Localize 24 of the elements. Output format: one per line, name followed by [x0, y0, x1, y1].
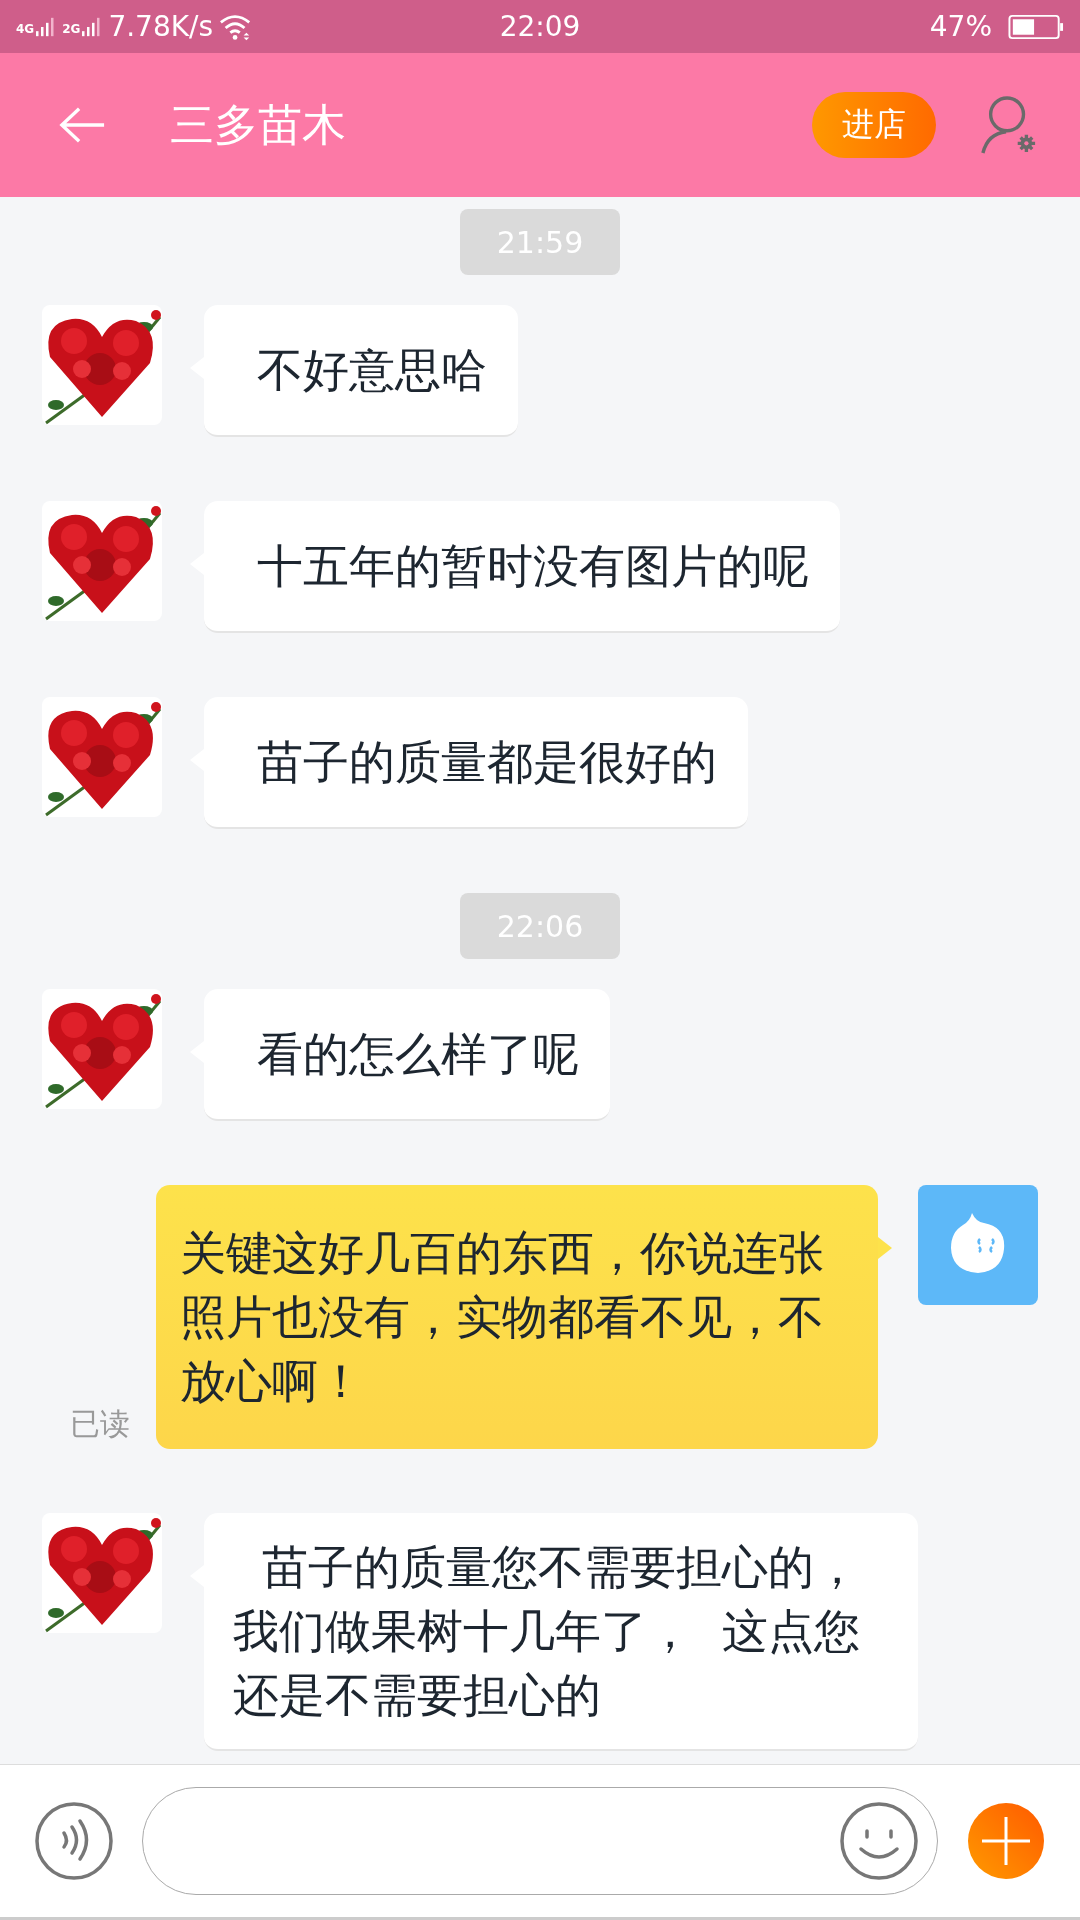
signal-icon	[36, 16, 57, 37]
clock: 22:09	[499, 10, 581, 43]
user-settings-icon[interactable]	[980, 95, 1038, 155]
battery-icon	[1008, 13, 1064, 40]
message-bubble: 看的怎么样了呢	[204, 989, 610, 1121]
signal-icon	[82, 16, 103, 37]
chat-title: 三多苗木	[170, 97, 347, 152]
network-label: 2G	[62, 22, 81, 36]
back-icon[interactable]	[58, 105, 106, 145]
enter-shop-button[interactable]: 进店	[812, 92, 936, 158]
network-speed: 7.78K/s	[108, 10, 214, 43]
message-bubble: 苗子的质量您不需要担心的，我们做果树十几年了， 这点您还是不需要担心的	[204, 1513, 918, 1751]
battery-percent: 47%	[929, 10, 992, 43]
avatar-icon	[918, 1185, 1038, 1305]
voice-icon[interactable]	[34, 1801, 114, 1881]
message-bubble: 苗子的质量都是很好的	[204, 697, 748, 829]
emoji-icon[interactable]	[839, 1801, 919, 1881]
message-bubble: 十五年的暂时没有图片的呢	[204, 501, 840, 633]
network-label: 4G	[16, 22, 35, 36]
message-bubble: 不好意思哈	[204, 305, 518, 437]
bubble-tail	[878, 1237, 892, 1259]
read-receipt: 已读	[70, 1405, 130, 1443]
message-bubble: 关键这好几百的东西，你说连张照片也没有，实物都看不见，不放心啊！	[156, 1185, 878, 1449]
add-icon[interactable]	[966, 1801, 1046, 1881]
